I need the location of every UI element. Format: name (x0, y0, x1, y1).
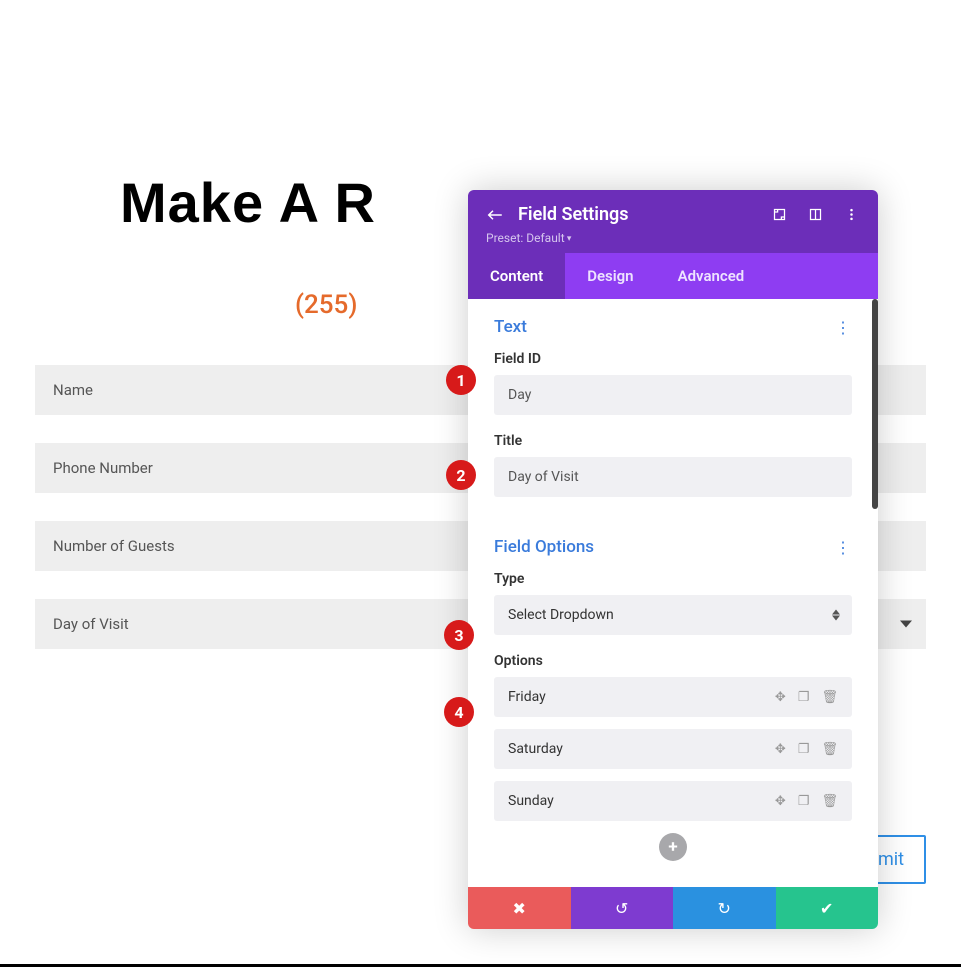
option-label: Sunday (508, 793, 554, 809)
move-icon[interactable]: ✥ (775, 794, 786, 809)
scrollbar[interactable] (872, 299, 878, 509)
option-row[interactable]: Sunday ✥ ❐ 🗑 (494, 781, 852, 821)
delete-icon[interactable]: 🗑 (821, 690, 838, 705)
more-menu-icon[interactable] (842, 206, 860, 224)
section-menu-icon[interactable]: ⋮ (835, 318, 852, 337)
title-label: Title (494, 433, 852, 449)
field-id-input[interactable]: Day (494, 375, 852, 415)
redo-icon: ↻ (718, 899, 731, 918)
section-menu-icon[interactable]: ⋮ (835, 538, 852, 557)
title-input[interactable]: Day of Visit (494, 457, 852, 497)
expand-icon[interactable] (770, 206, 788, 224)
panel-body: Text ⋮ Field ID Day Title Day of Visit F… (468, 299, 878, 887)
annotation-marker: 2 (446, 460, 476, 490)
option-row[interactable]: Friday ✥ ❐ 🗑 (494, 677, 852, 717)
field-settings-panel: Field Settings Preset: Default Content D… (468, 190, 878, 929)
panel-header: Field Settings Preset: Default (468, 190, 878, 253)
duplicate-icon[interactable]: ❐ (798, 690, 810, 705)
preset-dropdown[interactable]: Preset: Default (486, 231, 860, 245)
delete-icon[interactable]: 🗑 (821, 742, 838, 757)
panel-layout-icon[interactable] (806, 206, 824, 224)
save-button[interactable]: ✔ (776, 887, 879, 929)
move-icon[interactable]: ✥ (775, 690, 786, 705)
check-icon: ✔ (820, 899, 833, 918)
field-options-section: Field Options ⋮ Type Select Dropdown Opt… (468, 533, 878, 887)
move-icon[interactable]: ✥ (775, 742, 786, 757)
text-section: Text ⋮ Field ID Day Title Day of Visit (468, 299, 878, 533)
panel-footer: ✖ ↺ ↻ ✔ (468, 887, 878, 929)
option-row[interactable]: Saturday ✥ ❐ 🗑 (494, 729, 852, 769)
panel-title: Field Settings (518, 204, 756, 225)
annotation-marker: 1 (446, 365, 476, 395)
chevron-down-icon (900, 621, 912, 628)
section-title-options[interactable]: Field Options (494, 537, 594, 557)
redo-button[interactable]: ↻ (673, 887, 776, 929)
type-select-value: Select Dropdown (508, 607, 614, 623)
back-arrow-icon[interactable] (486, 206, 504, 224)
duplicate-icon[interactable]: ❐ (798, 794, 810, 809)
add-option-button[interactable]: + (659, 833, 687, 861)
tab-design[interactable]: Design (565, 253, 655, 299)
annotation-marker: 3 (444, 620, 474, 650)
form-field-label: Day of Visit (53, 615, 129, 633)
panel-tabs: Content Design Advanced (468, 253, 878, 299)
cancel-button[interactable]: ✖ (468, 887, 571, 929)
annotation-marker: 4 (444, 697, 474, 727)
tab-advanced[interactable]: Advanced (656, 253, 767, 299)
undo-icon: ↺ (615, 899, 628, 918)
option-label: Friday (508, 689, 546, 705)
options-label: Options (494, 653, 852, 669)
type-select[interactable]: Select Dropdown (494, 595, 852, 635)
undo-button[interactable]: ↺ (571, 887, 674, 929)
tab-content[interactable]: Content (468, 253, 565, 299)
field-id-label: Field ID (494, 351, 852, 367)
type-label: Type (494, 571, 852, 587)
option-label: Saturday (508, 741, 563, 757)
delete-icon[interactable]: 🗑 (821, 794, 838, 809)
sort-arrows-icon (832, 610, 840, 621)
close-icon: ✖ (513, 899, 526, 918)
duplicate-icon[interactable]: ❐ (798, 742, 810, 757)
section-title-text[interactable]: Text (494, 317, 527, 337)
